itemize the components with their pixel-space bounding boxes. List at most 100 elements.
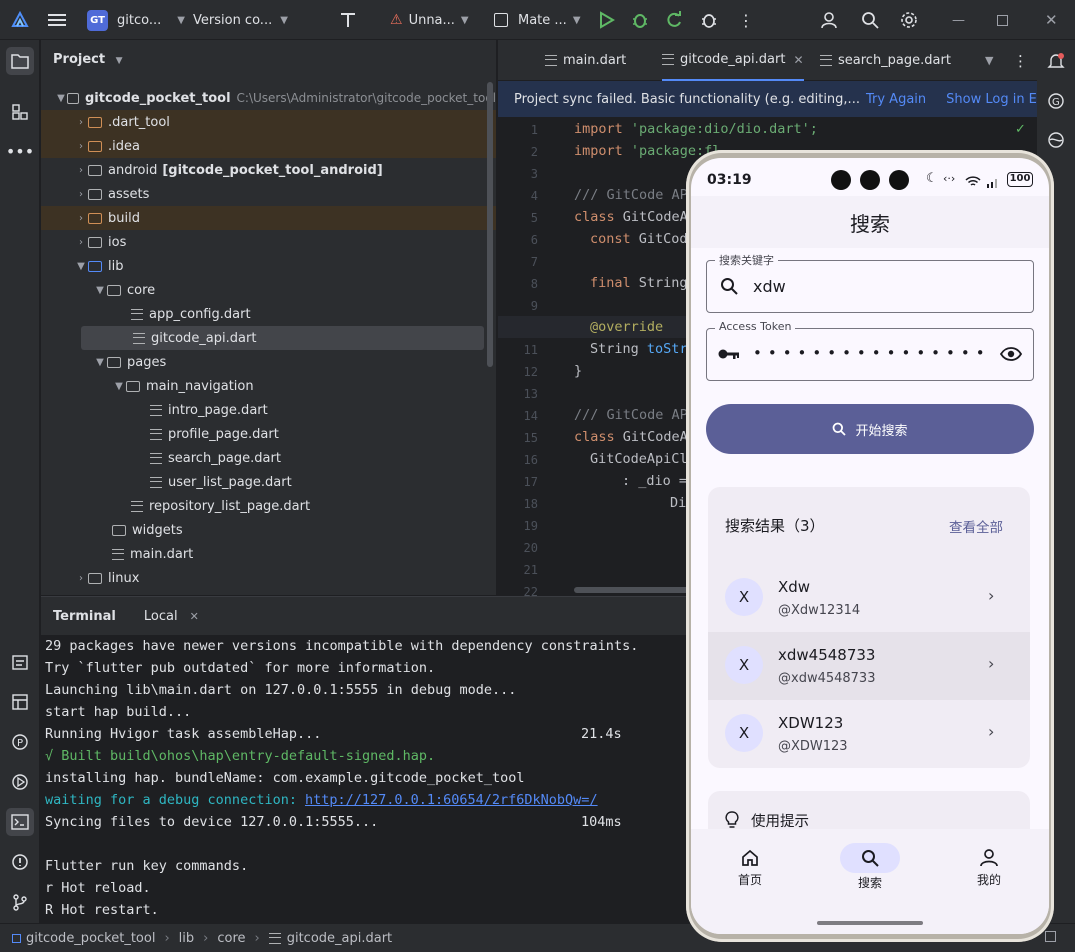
code-line[interactable]: GitCodeApiCl [590,451,688,467]
nav-search[interactable]: 搜索 [830,843,910,891]
tree-item[interactable]: › build [41,206,496,230]
project-tool-icon[interactable] [6,47,34,75]
run-config-selector[interactable]: ⚠ Unna... ▼ [390,0,469,40]
code-line[interactable]: const GitCod [590,231,688,247]
maximize-icon[interactable] [997,0,1008,40]
project-scrollbar[interactable] [487,82,493,367]
layout-tool-icon[interactable] [6,688,34,716]
tree-item[interactable]: ▼ pages [41,350,496,374]
tree-item[interactable]: › ios [41,230,496,254]
tree-item[interactable]: search_page.dart [41,446,496,470]
try-again-link[interactable]: Try Again [866,92,926,107]
minimize-icon[interactable]: — [952,0,965,40]
tab-terminal-local[interactable]: Local ✕ [144,609,199,624]
result-item[interactable]: X xdw4548733 @xdw4548733 › [708,632,1030,700]
project-panel-title[interactable]: Project ▼ [53,52,123,67]
gear-icon[interactable] [900,0,918,40]
project-selector[interactable]: GT gitco... ▼ [87,0,185,40]
show-log-link[interactable]: Show Log in Explorer [946,92,1037,107]
attach-debugger-icon[interactable] [700,0,718,40]
terminal-tool-icon[interactable] [6,808,34,836]
vcs-selector[interactable]: Version co... ▼ [193,0,288,40]
home-indicator[interactable] [817,921,923,925]
todo-tool-icon[interactable] [6,648,34,676]
code-line[interactable]: String toStr [590,341,688,357]
run-tool-icon[interactable] [6,768,34,796]
code-line[interactable]: Di [670,495,686,511]
main-menu-icon[interactable] [48,0,68,40]
nav-profile[interactable]: 我的 [949,848,1029,888]
start-search-button[interactable]: 开始搜索 [706,404,1034,454]
tree-item[interactable]: › android [gitcode_pocket_tool_android] [41,158,496,182]
close-tab-icon[interactable]: ✕ [793,53,803,67]
notifications-icon[interactable] [1042,47,1070,75]
breadcrumb-item[interactable]: core [217,931,245,946]
tree-item[interactable]: app_config.dart [41,302,496,326]
profiler-tool-icon[interactable]: P [6,728,34,756]
tree-item[interactable]: › assets [41,182,496,206]
result-item[interactable]: X XDW123 @XDW123 › [708,700,1030,768]
result-name: Xdw [778,578,811,596]
folder-icon [107,284,121,296]
account-icon[interactable] [820,0,838,40]
breadcrumb-item[interactable]: gitcode_pocket_tool [26,931,155,946]
code-line[interactable]: class GitCodeA [574,209,688,225]
code-line[interactable]: class GitCodeA [574,429,688,445]
search-icon[interactable] [861,0,879,40]
visibility-icon[interactable] [1000,346,1022,362]
tree-root[interactable]: ▼ gitcode_pocket_tool C:\Users\Administr… [41,86,496,110]
tab-gitcode-api-dart[interactable]: gitcode_api.dart ✕ [662,40,804,81]
close-icon[interactable]: ✕ [1045,0,1058,40]
editor-hscrollbar[interactable] [574,587,694,593]
access-token-input[interactable]: Access Token •••••••••••••••• [706,320,1034,381]
code-line[interactable]: import 'package:dio/dio.dart'; [574,121,818,137]
more-options-icon[interactable]: ⋮ [738,0,754,40]
code-line[interactable]: /// GitCode AP [574,187,688,203]
tree-item-selected[interactable]: gitcode_api.dart [81,326,484,350]
nav-home[interactable]: 首页 [710,848,790,888]
person-icon [980,849,998,867]
tree-item[interactable]: profile_page.dart [41,422,496,446]
structure-tool-icon[interactable] [6,98,34,126]
text-tool-icon[interactable] [338,0,358,40]
tree-item[interactable]: › .dart_tool [41,110,496,134]
results-card: 搜索结果（3） 查看全部 X Xdw @Xdw12314 › X xdw4548… [708,487,1030,768]
code-line[interactable]: : _dio = [622,473,687,489]
result-item[interactable]: X Xdw @Xdw12314 › [708,564,1030,632]
debug-icon[interactable] [631,0,649,40]
keyword-input[interactable]: 搜索关键字 xdw [706,252,1034,313]
device-manager-icon[interactable] [1042,126,1070,154]
tree-item[interactable]: main.dart [41,542,496,566]
run-icon[interactable] [597,0,615,40]
problems-tool-icon[interactable] [6,848,34,876]
tree-item[interactable]: user_list_page.dart [41,470,496,494]
code-line[interactable]: import 'package:fl [574,143,720,159]
device-selector[interactable]: Mate ... ▼ [494,0,581,40]
view-all-link[interactable]: 查看全部 [949,516,1003,536]
code-line[interactable]: final String [590,275,688,291]
code-line[interactable]: @override [590,319,663,335]
code-line[interactable]: } [574,363,582,379]
tab-search-page-dart[interactable]: search_page.dart [820,40,951,81]
tab-list-chevron-icon[interactable]: ▼ [985,40,993,81]
tree-item[interactable]: repository_list_page.dart [41,494,496,518]
tree-item[interactable]: › linux [41,566,496,590]
breadcrumb-item[interactable]: gitcode_api.dart [287,931,392,946]
tab-main-dart[interactable]: main.dart [545,40,626,81]
tree-item[interactable]: › .idea [41,134,496,158]
tab-more-icon[interactable]: ⋮ [1013,40,1028,81]
gemini-icon[interactable]: G [1042,87,1070,115]
tree-item[interactable]: intro_page.dart [41,398,496,422]
git-tool-icon[interactable] [6,888,34,916]
close-tab-icon[interactable]: ✕ [190,610,199,623]
tree-item[interactable]: ▼ lib [41,254,496,278]
tree-item[interactable]: ▼ main_navigation [41,374,496,398]
more-tools-icon[interactable]: ••• [6,137,34,165]
debug-url-link[interactable]: http://127.0.0.1:60654/2rf6DkNobQw=/ [305,792,598,808]
breadcrumb-item[interactable]: lib [179,931,194,946]
code-line[interactable]: /// GitCode AP [574,407,688,423]
hot-reload-icon[interactable] [665,0,683,40]
tree-item[interactable]: ▼ core [41,278,496,302]
tree-item[interactable]: widgets [41,518,496,542]
app-logo-icon[interactable] [10,0,30,40]
